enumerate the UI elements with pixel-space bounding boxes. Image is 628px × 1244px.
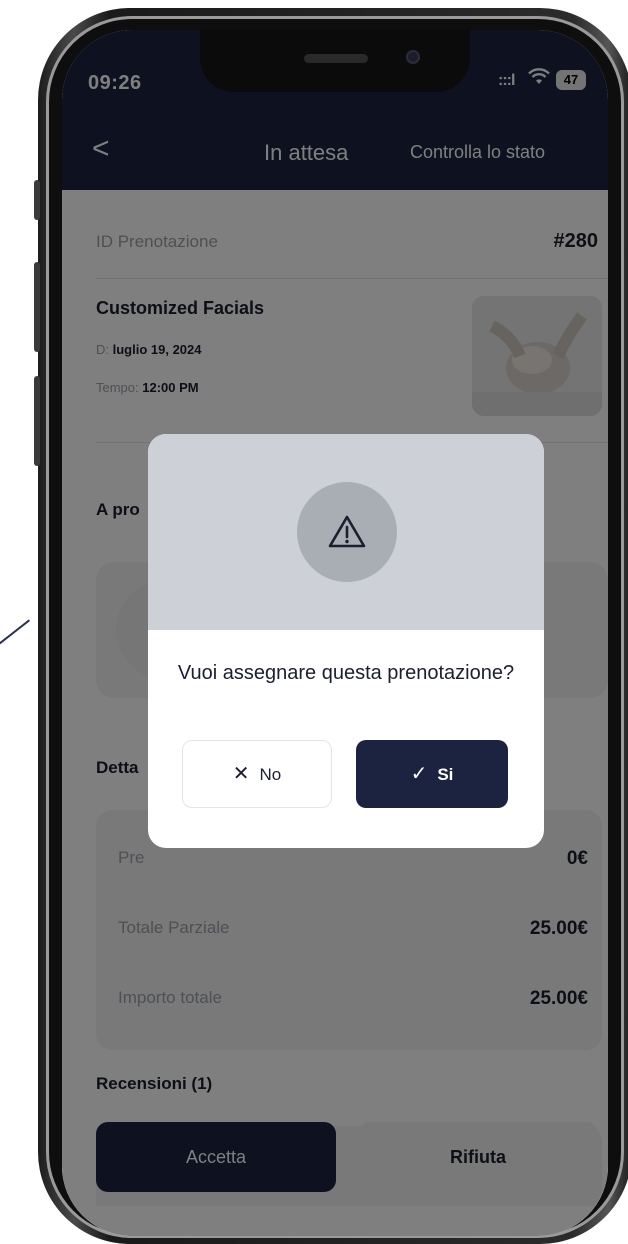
yes-button-label: Si bbox=[437, 765, 454, 784]
no-button-label: No bbox=[259, 765, 282, 784]
warning-icon bbox=[328, 515, 366, 548]
volume-up-button bbox=[34, 262, 40, 352]
close-icon: ✕ bbox=[232, 763, 250, 785]
speaker-grille bbox=[304, 54, 368, 63]
dialog-header bbox=[148, 434, 544, 630]
warning-badge bbox=[297, 482, 397, 582]
dialog-message: Vuoi assegnare questa prenotazione? bbox=[177, 662, 515, 684]
front-camera bbox=[406, 50, 420, 64]
stage: 09:26 :::l 47 < In attesa Controlla lo s… bbox=[0, 0, 628, 1244]
no-button[interactable]: ✕ No bbox=[182, 740, 332, 808]
decorative-line bbox=[0, 619, 31, 652]
confirm-dialog: Vuoi assegnare questa prenotazione? ✕ No … bbox=[148, 434, 544, 848]
yes-button[interactable]: ✓ Si bbox=[356, 740, 508, 808]
notch bbox=[200, 30, 470, 92]
check-icon: ✓ bbox=[410, 763, 428, 785]
phone-screen: 09:26 :::l 47 < In attesa Controlla lo s… bbox=[62, 30, 608, 1236]
mute-switch bbox=[34, 180, 40, 220]
volume-down-button bbox=[34, 376, 40, 466]
